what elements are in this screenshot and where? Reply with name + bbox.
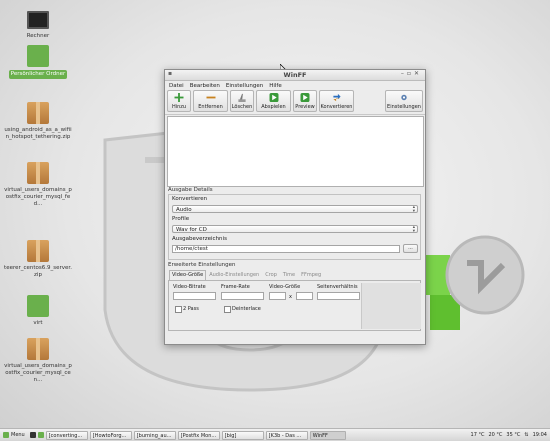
clear-button[interactable]: Löschen: [230, 90, 254, 112]
deinterlace-checkbox[interactable]: [224, 306, 231, 313]
convert-select[interactable]: Audio ▴ ▾: [172, 205, 418, 214]
desktop-icon-home[interactable]: Persönlicher Ordner: [4, 45, 72, 79]
preview-button[interactable]: Preview: [293, 90, 317, 112]
system-tray: 17 °C 20 °C 35 °C ⇅ 19:04: [471, 432, 550, 438]
tab-crop[interactable]: Crop: [262, 270, 280, 280]
aspect-input[interactable]: [317, 292, 360, 300]
window-controls[interactable]: –▫✕: [401, 70, 422, 77]
settings-button[interactable]: Einstellungen: [385, 90, 423, 112]
two-pass-label: 2 Pass: [183, 306, 199, 312]
taskbar-item[interactable]: [Postfix Mon...: [177, 430, 220, 440]
profile-label: Profile: [172, 216, 190, 222]
desktop-icon-archive-4[interactable]: virtual_users_domains_postfix_courier_my…: [4, 338, 72, 384]
archive-icon: [27, 162, 49, 184]
temp-readout-3: 35 °C: [506, 432, 521, 438]
add-button[interactable]: Hinzu: [167, 90, 191, 112]
broom-icon: [238, 93, 246, 102]
output-dir-input[interactable]: /home/ctest: [172, 245, 400, 253]
two-pass-checkbox[interactable]: [175, 306, 182, 313]
taskbar-item[interactable]: [converting...: [45, 430, 88, 440]
settings-icon: [401, 94, 407, 101]
desktop-icon-label: teerer_centos6.9_server.zip: [4, 265, 72, 278]
clock[interactable]: 19:04: [533, 432, 547, 438]
network-icon[interactable]: ⇅: [524, 432, 528, 438]
desktop-icon-label: Rechner: [26, 33, 50, 39]
play-icon: [269, 93, 278, 102]
taskbar: Menu [converting... [HowtoForg... [burni…: [0, 428, 550, 441]
frame-rate-label: Frame-Rate: [221, 284, 250, 290]
desktop-icon-archive-2[interactable]: virtual_users_domains_postfix_courier_my…: [4, 162, 72, 208]
convert-label: Konvertieren: [172, 196, 208, 202]
desktop-icon-label: virt: [33, 320, 43, 326]
home-folder-icon: [27, 45, 49, 67]
desktop-icon-computer[interactable]: Rechner: [4, 8, 72, 40]
deinterlace-label: Deinterlace: [232, 306, 261, 312]
taskbar-item-winff[interactable]: WinFF: [309, 430, 346, 440]
desktop-icon-label: virtual_users_domains_postfix_courier_my…: [4, 187, 72, 207]
chevron-updown-icon: ▴ ▾: [412, 205, 415, 214]
tab-audio-settings[interactable]: Audio-Einstellungen: [206, 270, 262, 280]
play-button[interactable]: Abspielen: [256, 90, 291, 112]
terminal-icon[interactable]: [29, 432, 36, 438]
video-bitrate-label: Video-Bitrate: [173, 284, 206, 290]
computer-icon: [27, 11, 49, 29]
menu-bearbeiten[interactable]: Bearbeiten: [190, 83, 220, 89]
taskbar-item[interactable]: [HowtoForg...: [89, 430, 132, 440]
winff-window: ▪ WinFF –▫✕ Datei Bearbeiten Einstellung…: [164, 69, 426, 345]
wallpaper-cube: [420, 235, 525, 330]
convert-icon: [332, 93, 341, 102]
menu-datei[interactable]: Datei: [169, 83, 184, 89]
desktop-icon-label: virtual_users_domains_postfix_courier_my…: [4, 363, 72, 383]
taskbar-item[interactable]: [burning_au...: [133, 430, 176, 440]
chevron-updown-icon: ▴ ▾: [412, 225, 415, 234]
file-list[interactable]: [167, 116, 424, 187]
desktop-icon-archive-3[interactable]: teerer_centos6.9_server.zip: [4, 240, 72, 279]
tab-video-size[interactable]: Video-Größe: [169, 270, 207, 280]
desktop-icon-archive-1[interactable]: using_android_as_a_wifiin_hotspot_tether…: [4, 102, 72, 141]
aspect-label: Seitenverhältnis: [317, 284, 358, 290]
output-dir-label: Ausgabeverzeichnis: [172, 236, 227, 242]
video-height-input[interactable]: [296, 292, 313, 300]
archive-icon: [27, 240, 49, 262]
start-menu-button[interactable]: Menu: [0, 432, 28, 438]
desktop-icon-label: Persönlicher Ordner: [8, 70, 68, 79]
advanced-tabs: Video-Größe Audio-Einstellungen Crop Tim…: [169, 270, 324, 280]
window-titlebar[interactable]: ▪ WinFF –▫✕: [165, 70, 425, 81]
size-separator: x: [289, 294, 292, 300]
minus-icon: [206, 96, 215, 99]
desktop-icon-label: using_android_as_a_wifiin_hotspot_tether…: [4, 127, 72, 140]
archive-icon: [27, 102, 49, 124]
window-title: WinFF: [283, 71, 307, 79]
browse-button[interactable]: ...: [403, 244, 418, 253]
plus-icon: [174, 93, 184, 102]
taskbar-item[interactable]: [big]: [221, 430, 264, 440]
video-size-panel: Video-Bitrate Frame-Rate Video-Größe x S…: [168, 280, 421, 331]
panel-filler: [361, 283, 421, 329]
temp-readout-2: 20 °C: [488, 432, 503, 438]
desktop-icon-folder[interactable]: virt: [4, 295, 72, 327]
menu-einstellungen[interactable]: Einstellungen: [226, 83, 263, 89]
video-bitrate-input[interactable]: [173, 292, 216, 300]
temp-readout-1: 17 °C: [470, 432, 485, 438]
mint-logo-icon: [3, 432, 9, 438]
video-size-label: Video-Größe: [269, 284, 301, 290]
files-icon[interactable]: [37, 432, 44, 438]
menubar: Datei Bearbeiten Einstellungen Hilfe: [165, 81, 425, 90]
remove-button[interactable]: Entfernen: [193, 90, 228, 112]
tab-time[interactable]: Time: [280, 270, 298, 280]
frame-rate-input[interactable]: [221, 292, 264, 300]
convert-button[interactable]: Konvertieren: [319, 90, 354, 112]
archive-icon: [27, 338, 49, 360]
preview-icon: [300, 93, 310, 102]
output-details-heading: Ausgabe Details: [168, 187, 213, 193]
folder-icon: [27, 295, 49, 317]
video-width-input[interactable]: [269, 292, 286, 300]
taskbar-item[interactable]: [K3b - Das ...: [265, 430, 308, 440]
menu-hilfe[interactable]: Hilfe: [269, 83, 282, 89]
profile-select[interactable]: Wav for CD ▴ ▾: [172, 225, 418, 234]
toolbar: Hinzu Entfernen Löschen Abspielen Previe…: [165, 90, 425, 115]
tab-ffmpeg[interactable]: FFmpeg: [298, 270, 324, 280]
advanced-heading: Erweiterte Einstellungen: [168, 262, 236, 268]
